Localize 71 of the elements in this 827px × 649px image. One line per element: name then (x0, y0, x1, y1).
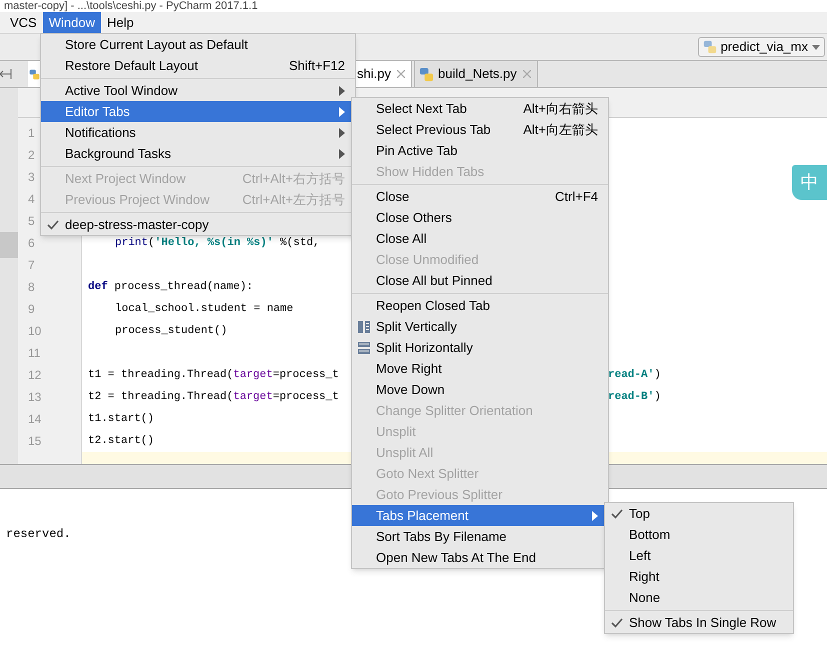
line-number: 7 (28, 257, 35, 274)
python-file-icon (702, 40, 717, 54)
menu-item[interactable]: Close All but Pinned (352, 270, 608, 291)
tool-window-stripe[interactable] (0, 232, 18, 258)
menu-item[interactable]: Restore Default Layout Shift+F12 (41, 55, 355, 76)
menu-item[interactable]: Background Tasks (41, 143, 355, 164)
menu-item[interactable]: Reopen Closed Tab (352, 295, 608, 316)
line-number: 5 (28, 213, 35, 230)
caret-icon (812, 44, 820, 50)
line-number: 3 (28, 169, 35, 186)
menu-item[interactable]: Close All (352, 228, 608, 249)
code-line: t2 = threading.Thread(target=process_t (88, 390, 339, 403)
code-line: def process_thread(name): (88, 280, 254, 293)
menu-item[interactable]: Sort Tabs By Filename (352, 526, 608, 547)
menu-item[interactable]: Left (605, 545, 793, 566)
menu-item[interactable]: Select Previous Tab Alt+向左箭头 (352, 119, 608, 140)
code-line: t2.start() (88, 434, 154, 447)
editor-tab[interactable]: build_Nets.py (414, 61, 538, 87)
menu-item[interactable]: Select Next Tab Alt+向右箭头 (352, 98, 608, 119)
code-line: read-B') (608, 390, 661, 405)
line-number: 14 (28, 411, 42, 428)
python-file-icon (29, 68, 40, 80)
line-number: 2 (28, 147, 35, 164)
check-icon (47, 220, 59, 230)
line-number: 12 (28, 367, 42, 384)
python-file-icon (419, 66, 434, 82)
line-number: 10 (28, 323, 42, 340)
window-title: master-copy] - ...\tools\ceshi.py - PyCharm 2017.1.1 (3, 0, 258, 12)
line-number: 8 (28, 279, 35, 296)
line-number: 1 (28, 125, 35, 142)
code-line: read-A') (608, 368, 661, 383)
code-line: t1.start() (88, 412, 154, 425)
menu-item[interactable]: Move Down (352, 379, 608, 400)
menu-item[interactable]: Pin Active Tab (352, 140, 608, 161)
code-line: t1 = threading.Thread(target=process_t (88, 368, 339, 381)
close-icon[interactable] (397, 70, 405, 78)
menu-item[interactable]: Split Horizontally (352, 337, 608, 358)
code-line: local_school.student = name (115, 302, 294, 315)
menu-item[interactable]: None (605, 587, 793, 608)
line-number: 15 (28, 433, 42, 450)
menu-item[interactable]: Top (605, 503, 793, 524)
line-number: 13 (28, 389, 42, 406)
menu-bar-item[interactable]: VCS (4, 12, 43, 33)
collapse-icon (0, 69, 12, 79)
close-icon[interactable] (522, 70, 531, 78)
run-config-dropdown[interactable]: predict_via_mx (698, 37, 825, 57)
line-number: 6 (28, 235, 35, 252)
menu-bar-item[interactable]: Help (100, 12, 140, 33)
menu-item[interactable]: Split Vertically (352, 316, 608, 337)
split-horizontally-icon (357, 340, 371, 354)
menu-item[interactable]: deep-stress-master-copy (41, 214, 355, 235)
line-number: 11 (28, 345, 40, 362)
menu-item[interactable]: Right (605, 566, 793, 587)
split-vertically-icon (357, 320, 371, 334)
menu-item[interactable]: Close Ctrl+F4 (352, 186, 608, 207)
code-line: print('Hello, %s(in %s)' %(std, (115, 236, 320, 249)
menu-item[interactable]: Open New Tabs At The End (352, 547, 608, 568)
line-number: 9 (28, 301, 35, 318)
menu-item[interactable]: Notifications (41, 122, 355, 143)
menu-item[interactable]: Close Others (352, 207, 608, 228)
console-output: reserved. (6, 527, 71, 541)
line-number: 4 (28, 191, 35, 208)
menu-item[interactable]: Bottom (605, 524, 793, 545)
check-icon (611, 618, 623, 628)
menu-bar-item[interactable]: Window (42, 12, 101, 33)
menu-item[interactable]: Active Tool Window (41, 80, 355, 101)
menu-item[interactable]: Store Current Layout as Default (41, 34, 355, 55)
code-line: process_student() (115, 324, 228, 337)
menu-item[interactable]: Move Right (352, 358, 608, 379)
menu-item[interactable]: Show Tabs In Single Row (605, 612, 793, 633)
check-icon (611, 508, 623, 518)
